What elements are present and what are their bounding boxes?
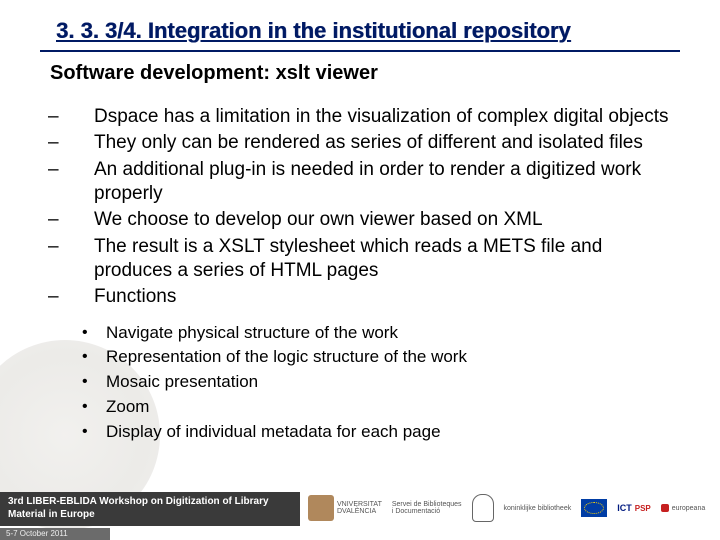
slide-title: 3. 3. 3/4. Integration in the institutio… — [40, 18, 680, 52]
europeana-icon — [661, 504, 669, 512]
ict-label: ICT — [617, 503, 632, 513]
list-item: Display of individual metadata for each … — [70, 421, 680, 444]
ict-psp-logo: ICT PSP — [617, 493, 651, 523]
uv-name: VNIVERSITAT — [337, 501, 382, 508]
uv-sub: DVALÈNCIA — [337, 508, 382, 515]
list-item: Representation of the logic structure of… — [70, 346, 680, 369]
uv-crest-icon — [308, 495, 334, 521]
footer-logo-strip: VNIVERSITAT DVALÈNCIA Servei de Bibliote… — [308, 486, 714, 530]
kb-text: koninklijke bibliotheek — [504, 493, 572, 523]
europeana-text: europeana — [672, 505, 705, 512]
sbd-top: Servei de Biblioteques — [392, 501, 462, 508]
footer-date: 5-7 October 2011 — [0, 528, 110, 540]
eu-flag-logo — [581, 493, 607, 523]
list-item: Navigate physical structure of the work — [70, 322, 680, 345]
ict-sub: PSP — [635, 504, 651, 513]
sub-bullet-list: Navigate physical structure of the work … — [70, 322, 680, 445]
sbd-bot: i Documentació — [392, 508, 462, 515]
kb-logo — [472, 493, 494, 523]
list-item: We choose to develop our own viewer base… — [40, 208, 680, 232]
bulb-icon — [472, 494, 494, 522]
slide-subtitle: Software development: xslt viewer — [50, 62, 680, 85]
list-item: Dspace has a limitation in the visualiza… — [40, 105, 680, 129]
list-item: The result is a XSLT stylesheet which re… — [40, 235, 680, 284]
eu-flag-icon — [581, 499, 607, 517]
europeana-logo: europeana — [661, 493, 705, 523]
list-item: Functions — [40, 285, 680, 309]
list-item: Mosaic presentation — [70, 371, 680, 394]
list-item: Zoom — [70, 396, 680, 419]
sbd-logo: Servei de Biblioteques i Documentació — [392, 493, 462, 523]
footer-event-bar: 3rd LIBER-EBLIDA Workshop on Digitizatio… — [0, 492, 300, 526]
footer: 3rd LIBER-EBLIDA Workshop on Digitizatio… — [0, 484, 720, 540]
main-bullet-list: Dspace has a limitation in the visualiza… — [40, 105, 680, 310]
uv-logo: VNIVERSITAT DVALÈNCIA — [308, 493, 382, 523]
list-item: An additional plug-in is needed in order… — [40, 158, 680, 207]
list-item: They only can be rendered as series of d… — [40, 131, 680, 155]
